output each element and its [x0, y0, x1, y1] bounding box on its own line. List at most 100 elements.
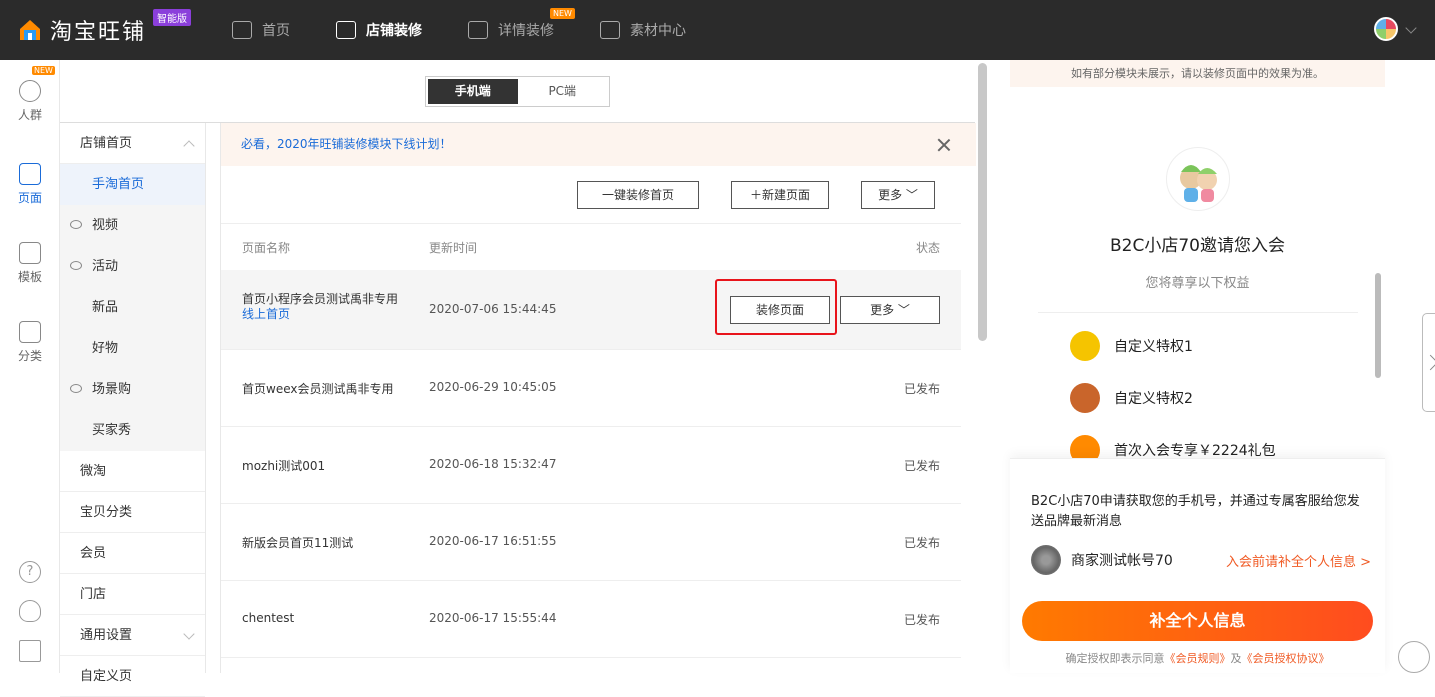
- subnav-label: 视频: [92, 218, 119, 233]
- row-more-label: 更多: [870, 303, 895, 317]
- top-bar: 淘宝旺铺 智能版 首页 店铺装修 详情装修 NEW 素材中心: [0, 0, 1435, 60]
- nav-home-label: 首页: [262, 23, 290, 39]
- page-name-text: 首页小程序会员测试禹非专用: [242, 292, 399, 306]
- subnav-weitao[interactable]: 微淘: [60, 451, 205, 492]
- table-row[interactable]: mozhi测试001 2020-06-18 15:32:47 已发布: [221, 427, 961, 504]
- preview-scrollbar[interactable]: [1375, 273, 1381, 378]
- toggle-pc[interactable]: PC端: [518, 79, 608, 104]
- subnav-mobile-home[interactable]: 手淘首页: [60, 164, 205, 205]
- page-subnav: 店铺首页 手淘首页 视频 活动 新品 好物 场景购 买家秀 微淘 宝贝分类 会员…: [60, 123, 206, 697]
- taobao-shop-logo-icon: [18, 18, 42, 42]
- preview-tip: 如有部分模块未展示，请以装修页面中的效果为准。: [1010, 60, 1385, 87]
- page-name: 首页小程序会员测试禹非专用 线上首页: [242, 292, 412, 322]
- home-icon: [232, 21, 252, 39]
- subnav-label: 宝贝分类: [80, 505, 133, 520]
- table-row[interactable]: 新版会员首页11测试 2020-06-17 16:51:55 已发布: [221, 504, 961, 581]
- merchant-row: 商家测试帐号70 入会前请补全个人信息 >: [1031, 545, 1371, 575]
- template-icon: [19, 242, 41, 264]
- subnav-label: 新品: [92, 300, 119, 315]
- subnav-new[interactable]: 新品: [60, 287, 205, 328]
- rail-item-people[interactable]: 人群 NEW: [0, 66, 60, 123]
- auth-agreement-link[interactable]: 《会员授权协议》: [1242, 652, 1330, 665]
- edit-icon[interactable]: [19, 640, 41, 662]
- complete-info-button[interactable]: 补全个人信息: [1022, 601, 1373, 641]
- rail-item-category[interactable]: 分类: [0, 321, 60, 364]
- user-avatar[interactable]: [1374, 17, 1398, 41]
- one-click-decorate-button[interactable]: 一键装修首页: [577, 181, 699, 209]
- toolbar-label: 新建页面: [762, 188, 811, 202]
- online-home-tag[interactable]: 线上首页: [242, 307, 290, 321]
- nav-material-center[interactable]: 素材中心: [600, 0, 686, 60]
- rail-label-template: 模板: [17, 270, 42, 284]
- subnav-custom-page[interactable]: 自定义页: [60, 656, 205, 697]
- folder-icon: [600, 21, 620, 39]
- subnav-member[interactable]: 会员: [60, 533, 205, 574]
- rail-item-page[interactable]: 页面: [0, 163, 60, 206]
- new-page-button[interactable]: ＋新建页面: [731, 181, 829, 209]
- rail-label-page: 页面: [17, 191, 42, 205]
- headset-icon[interactable]: [19, 600, 41, 622]
- chevron-down-icon[interactable]: [1405, 22, 1417, 34]
- subnav-label: 买家秀: [92, 423, 132, 438]
- subnav-scene[interactable]: 场景购: [60, 369, 205, 410]
- row-more-button[interactable]: 更多 ﹀: [840, 296, 940, 324]
- shop-logo: [1166, 147, 1230, 211]
- page-name: chentest: [242, 611, 295, 625]
- table-row[interactable]: 首页小程序会员测试禹非专用 线上首页 2020-07-06 15:44:45 装…: [221, 270, 961, 350]
- complete-info-link[interactable]: 入会前请补全个人信息 >: [1226, 551, 1371, 570]
- edition-badge: 智能版: [153, 9, 191, 26]
- col-name: 页面名称: [242, 241, 291, 255]
- rail-label-people: 人群: [17, 108, 42, 122]
- nav-store-decorate[interactable]: 店铺装修: [336, 0, 422, 60]
- hidden-eye-icon: [70, 261, 82, 270]
- notice-link[interactable]: 必看，2020年旺铺装修模块下线计划！: [241, 137, 452, 151]
- nav-home[interactable]: 首页: [232, 0, 290, 60]
- status-label: 已发布: [903, 613, 940, 627]
- subnav-store-outlet[interactable]: 门店: [60, 574, 205, 615]
- subnav-label: 通用设置: [80, 628, 133, 643]
- status-label: 已发布: [903, 536, 940, 550]
- agree-prefix: 确定授权即表示同意: [1065, 652, 1165, 665]
- update-time: 2020-07-06 15:44:45: [429, 302, 557, 316]
- notice-banner: 必看，2020年旺铺装修模块下线计划！: [221, 123, 976, 166]
- col-time: 更新时间: [429, 241, 478, 255]
- member-rules-link[interactable]: 《会员规则》: [1165, 652, 1231, 665]
- page-list-panel: 必看，2020年旺铺装修模块下线计划！ 一键装修首页 ＋新建页面 更多 ﹀ 页面…: [220, 123, 976, 673]
- auth-sheet: B2C小店70申请获取您的手机号，并通过专属客服给您发送品牌最新消息 商家测试帐…: [1010, 458, 1385, 673]
- table-row[interactable]: chentest 2020-06-17 15:55:44 已发布: [221, 581, 961, 658]
- subnav-activity[interactable]: 活动: [60, 246, 205, 287]
- mobile-preview: 如有部分模块未展示，请以装修页面中的效果为准。 B2C小店70邀请您入会 您将尊…: [1010, 60, 1385, 673]
- status-label: 已发布: [903, 459, 940, 473]
- subnav-buyer-show[interactable]: 买家秀: [60, 410, 205, 451]
- subnav-label: 门店: [80, 587, 107, 602]
- more-button[interactable]: 更多 ﹀: [861, 181, 935, 209]
- subnav-video[interactable]: 视频: [60, 205, 205, 246]
- update-time: 2020-06-17 15:55:44: [429, 611, 557, 625]
- close-icon[interactable]: [937, 138, 951, 152]
- perk-2-icon: [1070, 383, 1100, 413]
- subnav-goods[interactable]: 好物: [60, 328, 205, 369]
- toggle-mobile[interactable]: 手机端: [428, 79, 518, 104]
- invite-subtitle: 您将尊享以下权益: [1145, 276, 1250, 291]
- subnav-store-home[interactable]: 店铺首页: [60, 123, 205, 164]
- update-time: 2020-06-18 15:32:47: [429, 457, 557, 471]
- agree-and: 及: [1230, 652, 1242, 665]
- merchant-name: 商家测试帐号70: [1071, 553, 1173, 569]
- rail-item-template[interactable]: 模板: [0, 242, 60, 285]
- subnav-general-settings[interactable]: 通用设置: [60, 615, 205, 656]
- perk-1-icon: [1070, 331, 1100, 361]
- brand-logo[interactable]: 淘宝旺铺: [18, 14, 146, 46]
- status-label: 已发布: [903, 382, 940, 396]
- main-scrollbar[interactable]: [978, 63, 987, 341]
- chevron-right-icon[interactable]: [1422, 313, 1435, 412]
- page-name: 首页weex会员测试禹非专用: [242, 382, 394, 396]
- invite-title: B2C小店70邀请您入会: [1110, 236, 1285, 256]
- table-header: 页面名称 更新时间 状态: [221, 223, 961, 269]
- subnav-item-category[interactable]: 宝贝分类: [60, 492, 205, 533]
- people-icon: [19, 80, 41, 102]
- nav-detail-decorate-label: 详情装修: [498, 23, 554, 39]
- qr-code-icon[interactable]: [1398, 641, 1430, 673]
- help-icon[interactable]: ?: [19, 561, 41, 583]
- table-row[interactable]: 首页weex会员测试禹非专用 2020-06-29 10:45:05 已发布: [221, 350, 961, 427]
- nav-detail-decorate[interactable]: 详情装修 NEW: [468, 0, 575, 60]
